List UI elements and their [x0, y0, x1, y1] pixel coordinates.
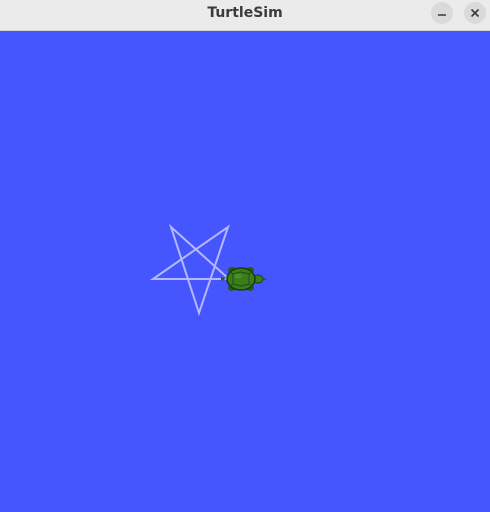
minimize-button[interactable]: [431, 2, 453, 24]
minimize-icon: [438, 14, 446, 16]
close-button[interactable]: [464, 2, 486, 24]
turtle-canvas: [0, 31, 490, 512]
turtle-icon: [221, 267, 266, 291]
window-title: TurtleSim: [207, 5, 283, 21]
title-bar[interactable]: TurtleSim: [0, 0, 490, 31]
pen-trail-star: [149, 223, 239, 317]
turtlesim-window: TurtleSim: [0, 0, 490, 512]
close-icon: [470, 8, 480, 18]
